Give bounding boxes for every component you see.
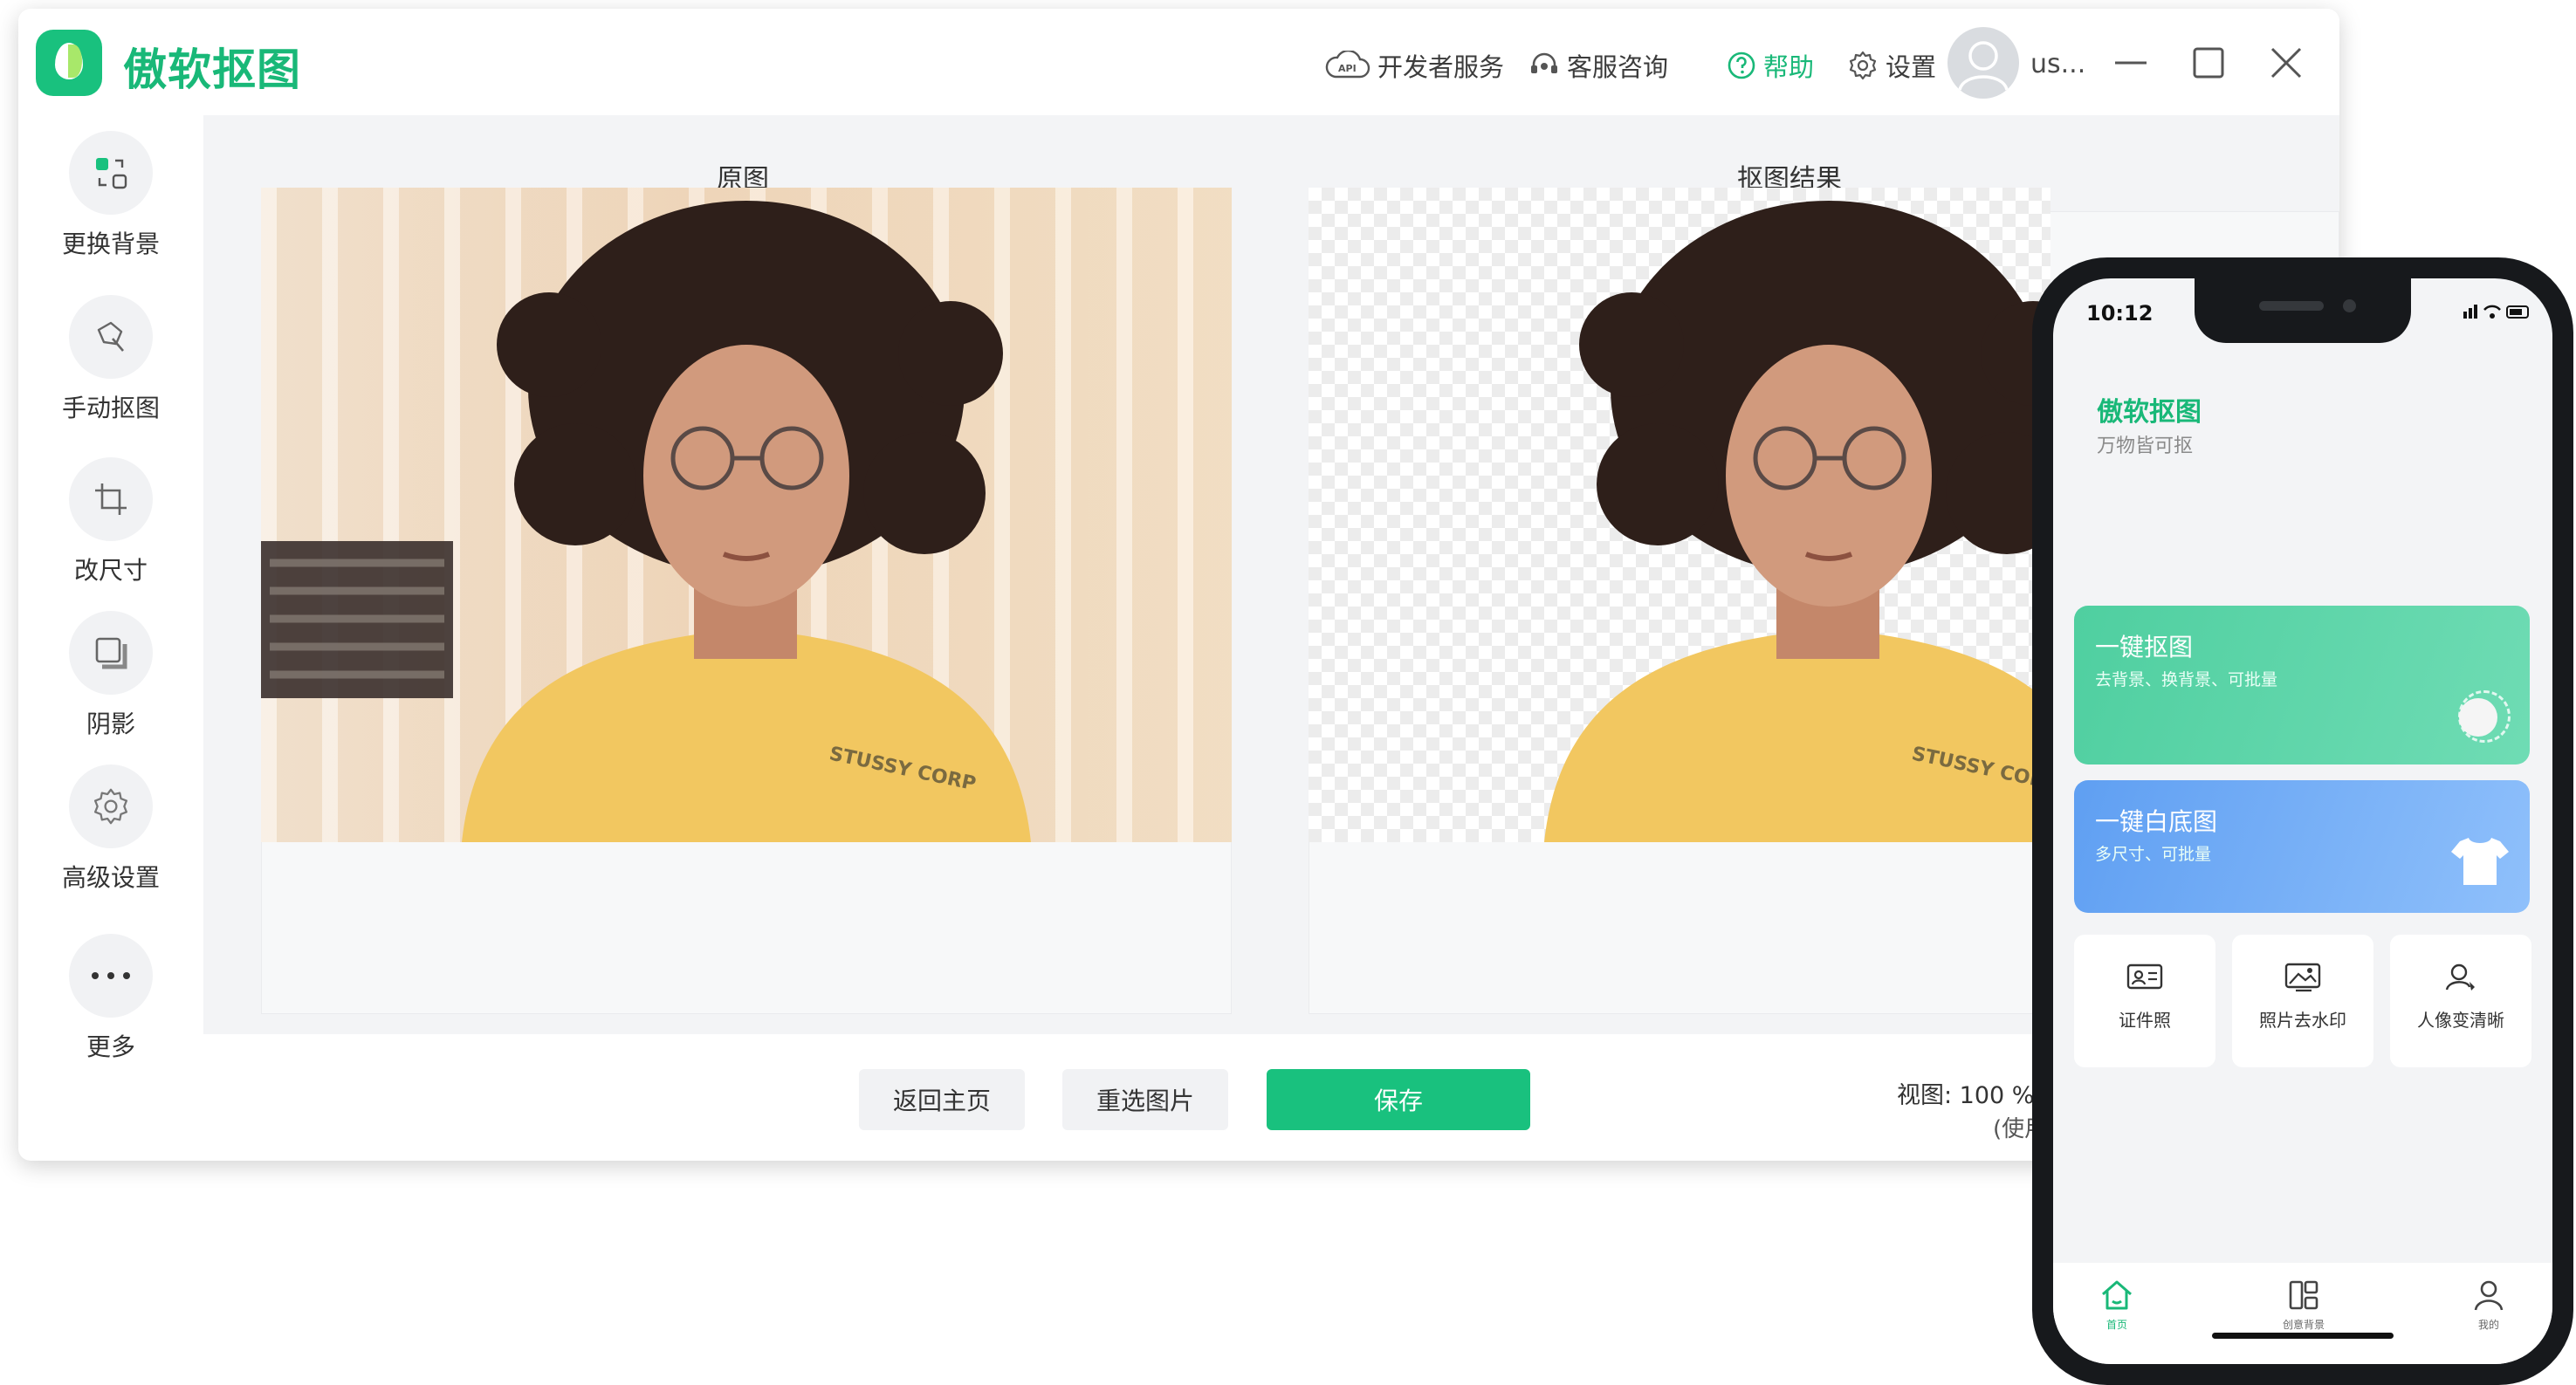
maximize-icon[interactable]: [2189, 44, 2228, 82]
card-title: 一键白底图: [2095, 807, 2218, 836]
sidebar-item-change-background[interactable]: 更换背景: [18, 131, 203, 260]
reselect-image-button[interactable]: 重选图片: [1062, 1069, 1228, 1130]
tab-label: 我的: [2477, 1319, 2499, 1331]
help-button[interactable]: 帮助: [1727, 47, 1814, 84]
app-title: 傲软抠图: [123, 45, 301, 95]
help-label: 帮助: [1763, 52, 1815, 82]
stage: 傲软抠图 API 开发者服务 客服咨询 帮助 设置 us... 更换背景 手动抠…: [0, 0, 2576, 1385]
shadow-icon: [95, 637, 127, 669]
tab-label: 首页: [2105, 1319, 2127, 1331]
portrait-enhance-icon: [2445, 963, 2475, 991]
crop-icon: [95, 483, 127, 515]
side-icon-wrap: [69, 934, 153, 1018]
avatar[interactable]: [1947, 27, 2019, 99]
tool-label: 证件照: [2119, 1010, 2171, 1031]
tab-mine[interactable]: 我的: [2441, 1279, 2537, 1332]
sidebar-item-manual-cut[interactable]: 手动抠图: [18, 295, 203, 424]
close-icon[interactable]: [2267, 44, 2305, 82]
card-subtitle: 多尺寸、可批量: [2095, 845, 2212, 864]
back-home-button[interactable]: 返回主页: [859, 1069, 1025, 1130]
tool-remove-watermark[interactable]: 照片去水印: [2232, 935, 2373, 1067]
layout-icon: [2289, 1280, 2318, 1310]
home-indicator: [2212, 1333, 2394, 1339]
support-button[interactable]: 客服咨询: [1528, 47, 1668, 84]
card-subtitle: 去背景、换背景、可批量: [2095, 670, 2278, 689]
sidebar-label-advanced-settings: 高级设置: [61, 863, 160, 892]
sidebar-label-more: 更多: [86, 1032, 135, 1061]
more-dots-icon: [92, 972, 130, 979]
sidebar-item-more[interactable]: 更多: [18, 934, 203, 1063]
white-background-card[interactable]: 一键白底图 多尺寸、可批量: [2074, 780, 2530, 913]
minimize-icon[interactable]: [2112, 44, 2150, 82]
tab-creative-background[interactable]: 创意背景: [2256, 1279, 2352, 1332]
sidebar-label-manual-cut: 手动抠图: [61, 394, 160, 422]
sidebar-item-advanced-settings[interactable]: 高级设置: [18, 764, 203, 894]
result-image: STUSSY CORP: [1309, 188, 2050, 842]
sidebar-label-change-background: 更换背景: [61, 230, 160, 258]
phone-screen: 10:12 傲软抠图 万物皆可抠 一键抠图 去背景、换背景、可批量 一键白底图 …: [2053, 278, 2552, 1364]
question-circle-icon: [1728, 51, 1755, 79]
tool-id-photo[interactable]: 证件照: [2074, 935, 2215, 1067]
username[interactable]: us...: [2030, 49, 2085, 79]
desktop-window: 傲软抠图 API 开发者服务 客服咨询 帮助 设置 us... 更换背景 手动抠…: [18, 9, 2339, 1161]
user-icon: [2474, 1280, 2504, 1311]
tshirt-icon: [2451, 838, 2509, 885]
home-icon: [2102, 1280, 2132, 1310]
side-icon-wrap: [69, 457, 153, 541]
gear-icon: [93, 788, 128, 825]
status-time: 10:12: [2086, 301, 2154, 326]
sidebar-item-shadow[interactable]: 阴影: [18, 611, 203, 740]
photo-watermark-icon: [2284, 963, 2321, 992]
support-label: 客服咨询: [1567, 52, 1669, 82]
cutout-toggle-icon: [2458, 690, 2511, 743]
phone-app-title: 傲软抠图: [2097, 397, 2202, 428]
gear-icon: [1849, 51, 1877, 80]
swap-background-icon: [96, 158, 127, 189]
title-bar: 傲软抠图 API 开发者服务 客服咨询 帮助 设置 us...: [18, 9, 2339, 115]
settings-label: 设置: [1886, 52, 1937, 82]
save-button[interactable]: 保存: [1267, 1069, 1530, 1130]
id-card-icon: [2126, 963, 2163, 990]
side-icon-wrap: [69, 764, 153, 848]
developer-service-button[interactable]: API 开发者服务: [1325, 47, 1504, 84]
svg-text:API: API: [1338, 63, 1357, 74]
sidebar-label-shadow: 阴影: [86, 710, 135, 738]
tool-portrait-enhance[interactable]: 人像变清晰: [2390, 935, 2531, 1067]
settings-button[interactable]: 设置: [1847, 47, 1936, 84]
app-logo-icon: [36, 30, 102, 96]
sidebar-item-resize[interactable]: 改尺寸: [18, 457, 203, 586]
headset-icon: [1531, 52, 1557, 73]
api-cloud-icon: API: [1325, 51, 1370, 79]
status-icons: [2463, 305, 2529, 319]
sidebar: 更换背景 手动抠图 改尺寸 阴影 高级设置 更多: [18, 115, 203, 1161]
developer-service-label: 开发者服务: [1377, 52, 1505, 82]
bottom-bar: 返回主页 重选图片 保存 视图: 100 % (使用: [203, 1034, 2339, 1161]
phone-app-subtitle: 万物皆可抠: [2097, 435, 2194, 457]
tool-label: 人像变清晰: [2417, 1010, 2504, 1031]
tab-home[interactable]: 首页: [2069, 1279, 2165, 1332]
card-title: 一键抠图: [2095, 633, 2194, 662]
user-avatar-icon: [1958, 41, 2009, 91]
tool-label: 照片去水印: [2259, 1010, 2346, 1031]
phone-notch: [2195, 278, 2411, 343]
tab-label: 创意背景: [2282, 1319, 2325, 1331]
phone-tab-bar: 首页 创意背景 我的: [2053, 1263, 2552, 1364]
side-icon-wrap: [69, 611, 153, 695]
side-icon-wrap: [69, 295, 153, 379]
one-click-cutout-card[interactable]: 一键抠图 去背景、换背景、可批量: [2074, 606, 2530, 764]
sidebar-label-resize: 改尺寸: [73, 556, 148, 585]
original-image: STUSSY CORP: [261, 188, 1232, 842]
side-icon-wrap: [69, 131, 153, 215]
zoom-level: 视图: 100 %: [1897, 1082, 2035, 1109]
lasso-cut-icon: [97, 321, 124, 352]
phone-mockup: 10:12 傲软抠图 万物皆可抠 一键抠图 去背景、换背景、可批量 一键白底图 …: [2032, 257, 2573, 1385]
